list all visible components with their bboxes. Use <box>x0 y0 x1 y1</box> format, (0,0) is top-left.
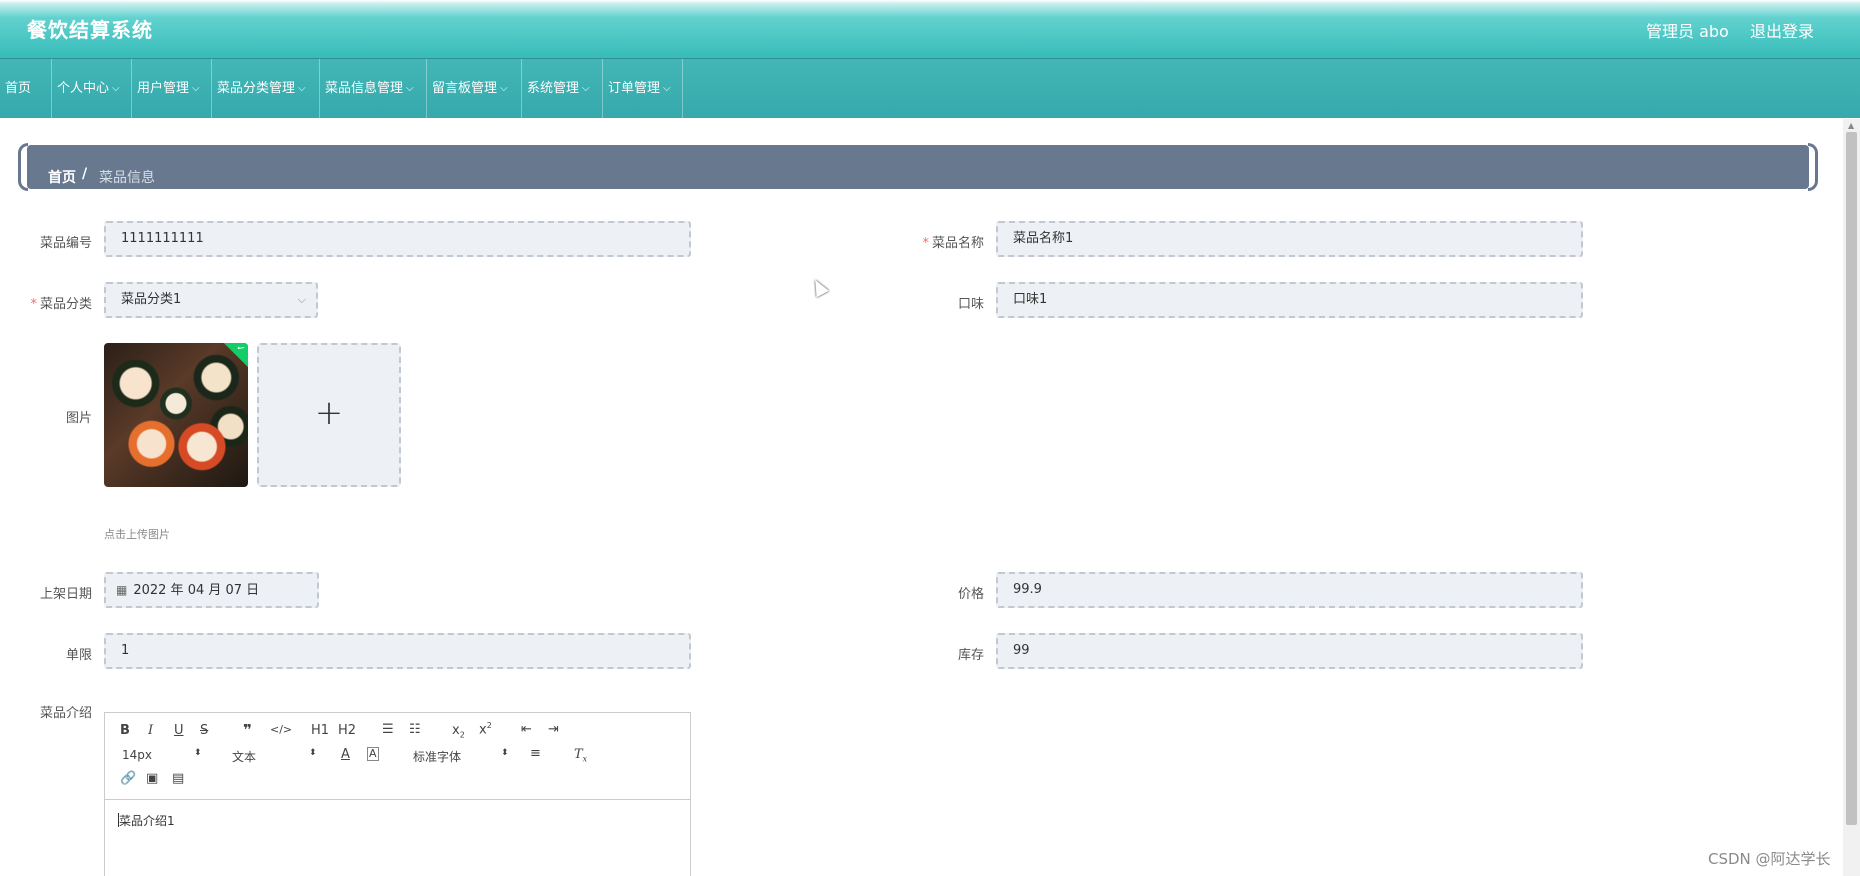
superscript-icon[interactable]: x2 <box>479 721 492 737</box>
image-icon[interactable]: ▣ <box>146 771 158 786</box>
list-date-label: 上架日期 <box>39 587 92 602</box>
image-label: 图片 <box>65 411 92 426</box>
chevron-down-icon: ⌵ <box>297 293 306 306</box>
chevron-down-icon: ⌵ <box>298 83 306 94</box>
font-size-select[interactable]: 14px ⬍ <box>122 748 202 762</box>
limit-label: 单限 <box>65 648 92 663</box>
scroll-up-icon[interactable]: ▲ <box>1848 121 1854 130</box>
h2-button[interactable]: H2 <box>338 723 356 738</box>
nav-label: 订单管理 <box>608 81 661 96</box>
clear-format-icon[interactable]: Tx <box>574 747 587 764</box>
price-input[interactable]: 99.9 <box>996 572 1583 608</box>
chevron-down-icon: ⌵ <box>112 83 120 94</box>
breadcrumb <box>27 145 1809 189</box>
category-label: * 菜品分类 <box>30 297 92 312</box>
ordered-list-icon[interactable]: ☰ <box>382 722 394 737</box>
header-select[interactable]: 文本 ⬍ <box>232 748 317 765</box>
intro-label: 菜品介绍 <box>39 706 92 721</box>
font-color-icon[interactable]: A <box>341 747 350 762</box>
category-select[interactable]: 菜品分类1 ⌵ <box>104 282 318 318</box>
nav-message-board-management[interactable]: 留言板管理 ⌵ <box>427 59 522 118</box>
nav-label: 留言板管理 <box>432 81 498 96</box>
indent-icon[interactable]: ⇥ <box>548 722 559 737</box>
dish-name-input[interactable]: 菜品名称1 <box>996 221 1583 257</box>
watermark: CSDN @阿达学长 <box>1708 850 1831 868</box>
price-label: 价格 <box>957 587 984 602</box>
nav-label: 系统管理 <box>527 81 580 96</box>
uploaded-sushi-image[interactable]: ✓ <box>104 343 248 487</box>
outdent-icon[interactable]: ⇤ <box>521 722 532 737</box>
italic-icon[interactable]: I <box>148 723 153 738</box>
underline-icon[interactable]: U <box>174 723 184 738</box>
top-header: 餐饮结算系统 管理员 abo 退出登录 <box>0 0 1860 58</box>
scrollbar-thumb[interactable] <box>1846 132 1857 825</box>
nav-dish-info-management[interactable]: 菜品信息管理 ⌵ <box>320 59 427 118</box>
link-icon[interactable]: 🔗 <box>120 771 136 786</box>
taste-label: 口味 <box>957 297 984 312</box>
nav-label: 菜品信息管理 <box>325 81 404 96</box>
bracket-right-decoration <box>1808 143 1818 191</box>
required-mark: * <box>30 297 37 312</box>
chevron-down-icon: ⌵ <box>192 83 200 94</box>
main-nav: 首页 个人中心 ⌵ 用户管理 ⌵ 菜品分类管理 ⌵ 菜品信息管理 ⌵ 留言板管理 ⌵ 系统… <box>0 58 1860 118</box>
nav-home[interactable]: 首页 <box>0 59 52 118</box>
h1-button[interactable]: H1 <box>311 723 329 738</box>
dish-no-label: 菜品编号 <box>39 236 92 251</box>
required-mark: * <box>922 236 929 251</box>
stock-input[interactable]: 99 <box>996 633 1583 669</box>
mouse-pointer-icon <box>809 276 829 298</box>
stock-label: 库存 <box>957 648 984 663</box>
list-date-picker[interactable]: ▦ 2022 年 04 月 07 日 <box>104 572 319 608</box>
font-family-select[interactable]: 标准字体 ⬍ <box>413 748 509 765</box>
quote-icon[interactable]: ❞ <box>243 721 252 739</box>
nav-personal-center[interactable]: 个人中心 ⌵ <box>52 59 132 118</box>
taste-input[interactable]: 口味1 <box>996 282 1583 318</box>
video-icon[interactable]: ▤ <box>172 771 184 786</box>
background-color-icon[interactable]: A <box>367 747 379 761</box>
subscript-icon[interactable]: x2 <box>452 723 465 740</box>
bullet-list-icon[interactable]: ☷ <box>409 722 421 737</box>
breadcrumb-current: 菜品信息 <box>99 170 155 186</box>
nav-user-management[interactable]: 用户管理 ⌵ <box>132 59 212 118</box>
nav-label: 首页 <box>5 81 32 96</box>
chevron-down-icon: ⌵ <box>406 83 414 94</box>
nav-label: 用户管理 <box>137 81 190 96</box>
nav-order-management[interactable]: 订单管理 ⌵ <box>603 59 683 118</box>
upload-tip: 点击上传图片 <box>104 528 170 541</box>
select-arrows-icon: ⬍ <box>309 748 317 758</box>
chevron-down-icon: ⌵ <box>500 83 508 94</box>
code-icon[interactable]: </> <box>270 723 292 736</box>
breadcrumb-container <box>18 143 1818 193</box>
chevron-down-icon: ⌵ <box>582 83 590 94</box>
dish-name-label: * 菜品名称 <box>922 236 984 251</box>
dish-no-input[interactable]: 1111111111 <box>104 221 691 257</box>
select-arrows-icon: ⬍ <box>501 748 509 758</box>
nav-system-management[interactable]: 系统管理 ⌵ <box>522 59 603 118</box>
logout-link[interactable]: 退出登录 <box>1750 18 1814 42</box>
editor-content[interactable]: 菜品介绍1 <box>119 812 175 829</box>
breadcrumb-separator: / <box>82 166 88 182</box>
select-arrows-icon: ⬍ <box>194 748 202 758</box>
nav-dish-category-management[interactable]: 菜品分类管理 ⌵ <box>212 59 320 118</box>
breadcrumb-home[interactable]: 首页 <box>48 167 76 187</box>
strikethrough-icon[interactable]: S <box>200 723 208 738</box>
editor-toolbar: B I U S ❞ </> H1 H2 ☰ ☷ x2 x2 ⇤ ⇥ 14px ⬍ … <box>105 713 690 800</box>
nav-label: 菜品分类管理 <box>217 81 296 96</box>
bold-icon[interactable]: B <box>120 723 130 738</box>
nav-label: 个人中心 <box>57 81 110 96</box>
align-icon[interactable]: ≡ <box>530 746 541 761</box>
check-icon: ✓ <box>220 343 248 369</box>
page-scrollbar[interactable]: ▲ <box>1843 119 1860 876</box>
chevron-down-icon: ⌵ <box>663 83 671 94</box>
app-title: 餐饮结算系统 <box>27 18 153 42</box>
image-upload-button[interactable]: + <box>257 343 401 487</box>
rich-text-editor[interactable]: B I U S ❞ </> H1 H2 ☰ ☷ x2 x2 ⇤ ⇥ 14px ⬍ … <box>104 712 691 876</box>
limit-input[interactable]: 1 <box>104 633 691 669</box>
calendar-icon: ▦ <box>116 583 128 597</box>
current-user: 管理员 abo <box>1646 22 1729 41</box>
plus-icon: + <box>314 393 344 433</box>
